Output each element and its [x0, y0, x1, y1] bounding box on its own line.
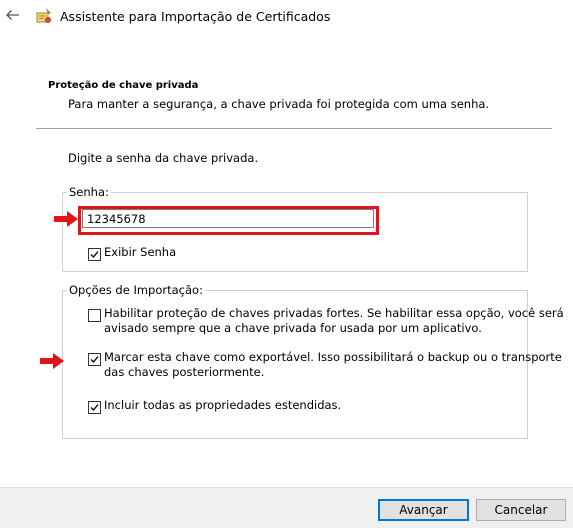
- next-button[interactable]: Avançar: [378, 499, 469, 521]
- section-description: Para manter a segurança, a chave privada…: [68, 97, 490, 111]
- extended-properties-label[interactable]: Incluir todas as propriedades estendidas…: [104, 398, 341, 413]
- show-password-checkbox[interactable]: [88, 248, 101, 261]
- exportable-key-label[interactable]: Marcar esta chave como exportável. Isso …: [104, 350, 562, 380]
- strong-protection-label[interactable]: Habilitar proteção de chaves privadas fo…: [104, 306, 564, 336]
- show-password-label[interactable]: Exibir Senha: [104, 245, 176, 260]
- section-heading: Proteção de chave privada: [48, 80, 199, 91]
- import-options-legend: Opções de Importação:: [69, 283, 203, 297]
- password-highlight-box: [78, 206, 379, 235]
- header-divider: [36, 128, 552, 129]
- back-arrow-icon[interactable]: [4, 6, 22, 24]
- password-group-legend: Senha:: [69, 185, 109, 199]
- strong-protection-checkbox[interactable]: [88, 309, 101, 322]
- certificate-wizard-icon: [34, 6, 54, 26]
- window-title: Assistente para Importação de Certificad…: [60, 9, 331, 24]
- red-arrow-icon: [40, 353, 64, 369]
- cancel-button[interactable]: Cancelar: [476, 499, 566, 521]
- exportable-key-checkbox[interactable]: [88, 353, 101, 366]
- instruction-text: Digite a senha da chave privada.: [68, 151, 259, 165]
- extended-properties-checkbox[interactable]: [88, 401, 101, 414]
- red-arrow-icon: [54, 211, 78, 227]
